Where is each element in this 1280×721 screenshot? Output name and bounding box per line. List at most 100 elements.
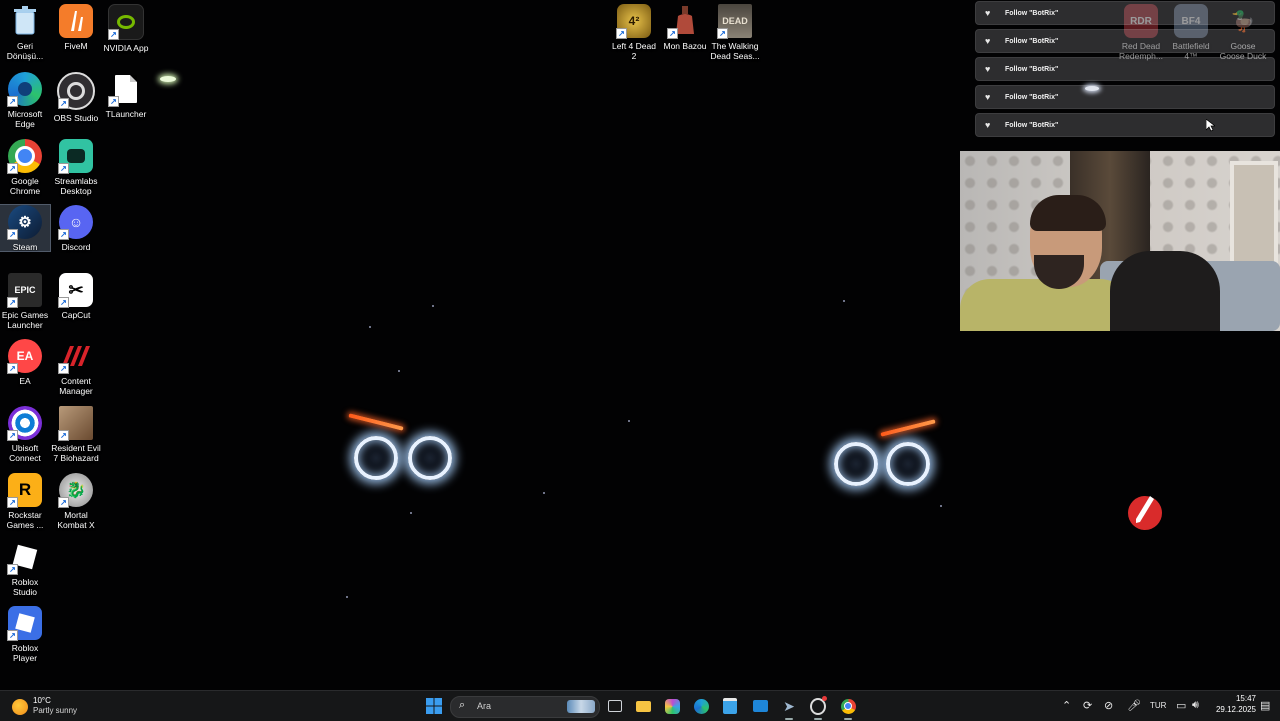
microsoft-store-button[interactable] [722, 698, 738, 714]
mail-icon [752, 700, 768, 712]
weather-widget[interactable]: 10°C Partly sunny [10, 695, 100, 717]
steam-icon: ⚙ ↗ [7, 205, 42, 240]
desktop-icon-content-manager[interactable]: ↗ Content Manager [51, 339, 101, 396]
desktop-icon-label: Streamlabs Desktop [54, 176, 98, 196]
desktop-icon-obs-studio[interactable]: ↗ OBS Studio [51, 72, 101, 123]
fivem-icon [59, 4, 93, 38]
outlook-button[interactable] [752, 698, 768, 714]
pen-tool-icon[interactable] [1128, 496, 1162, 530]
wallpaper-spark [398, 370, 400, 372]
desktop-icon-fivem[interactable]: FiveM [51, 4, 101, 51]
desktop-icon-label: CapCut [61, 310, 91, 320]
clock[interactable]: 15:47 29.12.2025 [1210, 694, 1256, 714]
file-explorer-button[interactable] [635, 698, 651, 714]
epic-icon: EPIC ↗ [7, 273, 42, 308]
shortcut-arrow-icon: ↗ [58, 229, 69, 240]
desktop-icon-streamlabs[interactable]: ↗ Streamlabs Desktop [51, 139, 101, 196]
desktop-icon-epic-games[interactable]: EPIC ↗ Epic Games Launcher [0, 273, 50, 330]
display-icon[interactable]: ▭ [1176, 699, 1186, 712]
desktop-icon-microsoft-edge[interactable]: ↗ Microsoft Edge [0, 72, 50, 129]
microphone-icon[interactable]: 🎤︎ [1127, 699, 1141, 712]
desktop-icon-ubisoft-connect[interactable]: ↗ Ubisoft Connect [0, 406, 50, 463]
wallpaper-spark [410, 512, 412, 514]
task-view-button[interactable] [607, 698, 623, 714]
taskbar: 10°C Partly sunny ⌕ Ara ➤ ⌃ ⟳ ⊘ 🎤︎ TUR ▭… [0, 690, 1280, 721]
desktop-icon-mon-bazou[interactable]: ↗ Mon Bazou [660, 4, 710, 51]
notification-icon[interactable]: ▤ [1260, 699, 1270, 712]
chair [1110, 251, 1220, 331]
shortcut-arrow-icon: ↗ [7, 564, 18, 575]
shortcut-arrow-icon: ↗ [7, 497, 18, 508]
desktop-icon-label: Mon Bazou [663, 41, 707, 51]
sync-icon[interactable]: ⟳ [1083, 699, 1092, 712]
edge-taskbar-button[interactable] [693, 698, 709, 714]
desktop-icon-resident-evil-7[interactable]: ↗ Resident Evil 7 Biohazard [51, 406, 101, 463]
language-indicator[interactable]: TUR [1150, 701, 1166, 710]
desktop-icon-roblox-player[interactable]: ↗ Roblox Player [0, 606, 50, 663]
desktop-icon-label: Epic Games Launcher [1, 310, 49, 330]
left-headlight-brow [348, 413, 404, 431]
sun-cloud-icon [12, 699, 28, 715]
desktop-icon-steam[interactable]: ⚙ ↗ Steam [0, 204, 51, 252]
mon-bazou-icon: ↗ [667, 4, 702, 39]
wallpaper-spark [346, 596, 348, 598]
desktop-icon-roblox-studio[interactable]: ↗ Roblox Studio [0, 540, 50, 597]
desktop-icon-tlauncher[interactable]: ↗ TLauncher [101, 72, 151, 119]
follow-alert-text: Follow "BotRix" [1005, 65, 1059, 73]
follow-alert: ♥ Follow "BotRix" [975, 1, 1275, 25]
steam-taskbar-button[interactable]: ➤ [781, 698, 797, 714]
desktop-icon-label: NVIDIA App [103, 43, 149, 53]
heart-icon: ♥ [985, 8, 991, 18]
desktop-icon-walking-dead[interactable]: DEAD ↗ The Walking Dead Seas... [710, 4, 760, 61]
obs-taskbar-button[interactable] [810, 696, 827, 715]
shortcut-arrow-icon: ↗ [58, 497, 69, 508]
l4d2-icon: 4² ↗ [616, 4, 651, 39]
chrome-icon: ↗ [7, 139, 42, 174]
task-view-icon [608, 700, 622, 712]
volume-icon[interactable]: 🔊︎ [1192, 699, 1199, 712]
desktop-icon-label: Ubisoft Connect [9, 443, 41, 463]
shortcut-arrow-icon: ↗ [7, 630, 18, 641]
edge-icon [693, 698, 709, 714]
chrome-taskbar-button[interactable] [840, 698, 856, 714]
roblox-studio-icon: ↗ [7, 540, 42, 575]
ea-icon: EA ↗ [7, 339, 42, 374]
left-headlight-ring-inner [408, 436, 452, 480]
weather-temp: 10°C [33, 696, 51, 705]
desktop-icon-discord[interactable]: ☺ ↗ Discord [51, 205, 101, 252]
desktop-icon-label: Resident Evil 7 Biohazard [51, 443, 101, 463]
wallpaper-spark [369, 326, 371, 328]
heart-icon: ♥ [985, 120, 991, 130]
folder-icon [635, 700, 651, 712]
obs-icon: ↗ [57, 72, 95, 110]
show-hidden-icons-chevron-icon[interactable]: ⌃ [1062, 699, 1071, 712]
desktop-icon-mortal-kombat-x[interactable]: 🐉 ↗ Mortal Kombat X [51, 473, 101, 530]
desktop-icon-capcut[interactable]: ✂ ↗ CapCut [51, 273, 101, 320]
clock-time: 15:47 [1235, 694, 1256, 703]
desktop-icon-left-4-dead-2[interactable]: 4² ↗ Left 4 Dead 2 [609, 4, 659, 61]
shortcut-arrow-icon: ↗ [717, 28, 728, 39]
desktop-icon-rockstar-games[interactable]: R ↗ Rockstar Games ... [0, 473, 50, 530]
webcam-feed [960, 151, 1280, 331]
shortcut-arrow-icon: ↗ [7, 96, 18, 107]
person-hair [1030, 195, 1106, 231]
nvidia-icon: ↗ [108, 4, 144, 40]
search-highlight-icon [567, 700, 595, 713]
shortcut-arrow-icon: ↗ [7, 363, 18, 374]
desktop-icon-ea[interactable]: EA ↗ EA [0, 339, 50, 386]
search-box[interactable]: ⌕ Ara [450, 696, 600, 718]
network-off-icon[interactable]: ⊘ [1104, 699, 1113, 712]
person-body [960, 279, 1130, 331]
glow-spot [160, 76, 176, 82]
chrome-icon [840, 698, 856, 714]
shortcut-arrow-icon: ↗ [108, 29, 119, 40]
shortcut-arrow-icon: ↗ [7, 229, 18, 240]
desktop-icon-nvidia-app[interactable]: ↗ NVIDIA App [101, 4, 151, 53]
desktop-icon-google-chrome[interactable]: ↗ Google Chrome [0, 139, 50, 196]
shortcut-arrow-icon: ↗ [7, 430, 18, 441]
left-headlight-ring-outer [354, 436, 398, 480]
desktop-icon-recycle-bin[interactable]: Geri Dönüşü... [0, 4, 50, 61]
file-icon: ↗ [108, 72, 143, 107]
microsoft-365-button[interactable] [664, 698, 680, 714]
start-button[interactable] [426, 698, 442, 714]
